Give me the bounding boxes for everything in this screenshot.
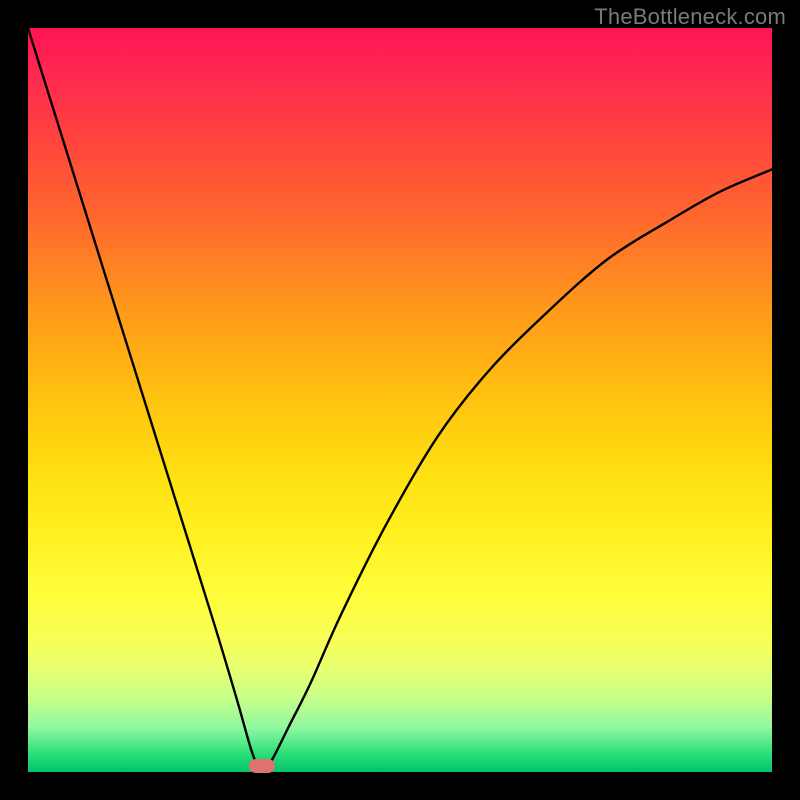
curve-svg bbox=[28, 28, 772, 772]
dip-marker bbox=[249, 759, 275, 773]
chart-frame: TheBottleneck.com bbox=[0, 0, 800, 800]
watermark-text: TheBottleneck.com bbox=[594, 4, 786, 30]
plot-area bbox=[28, 28, 772, 772]
bottleneck-curve bbox=[28, 28, 772, 772]
